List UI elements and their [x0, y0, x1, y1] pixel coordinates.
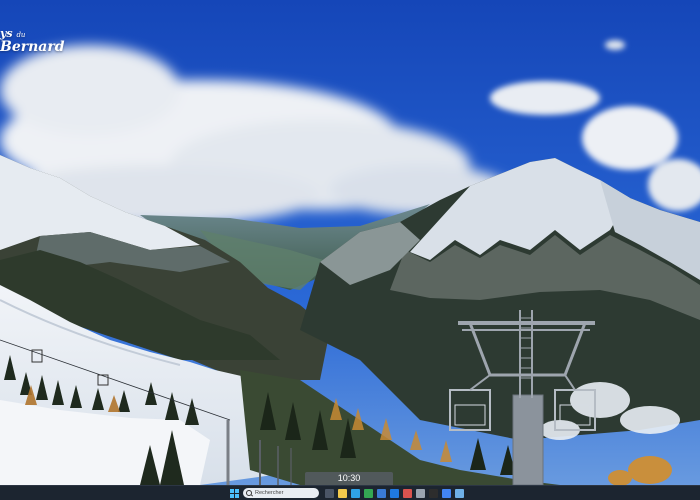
file-explorer-icon[interactable] — [338, 489, 347, 498]
taskbar-search-box[interactable]: Rechercher — [243, 488, 319, 498]
timestamp-overlay: 10:30 — [305, 472, 393, 485]
app-icon[interactable] — [455, 489, 464, 498]
task-view-icon[interactable] — [325, 489, 334, 498]
store-icon[interactable] — [377, 489, 386, 498]
calendar-icon[interactable] — [442, 489, 451, 498]
taskbar: Rechercher — [0, 485, 700, 500]
search-icon — [246, 490, 252, 496]
settings-icon[interactable] — [416, 489, 425, 498]
edge-icon[interactable] — [351, 489, 360, 498]
logo-text-du: du — [16, 31, 26, 39]
chrome-icon[interactable] — [364, 489, 373, 498]
webcam-landscape — [0, 0, 700, 500]
terminal-icon[interactable] — [429, 489, 438, 498]
mail-icon[interactable] — [390, 489, 399, 498]
taskbar-search-placeholder: Rechercher — [255, 490, 284, 496]
logo-text-line2: Bernard — [0, 39, 65, 55]
windows-start-icon[interactable] — [230, 489, 239, 498]
photos-icon[interactable] — [403, 489, 412, 498]
